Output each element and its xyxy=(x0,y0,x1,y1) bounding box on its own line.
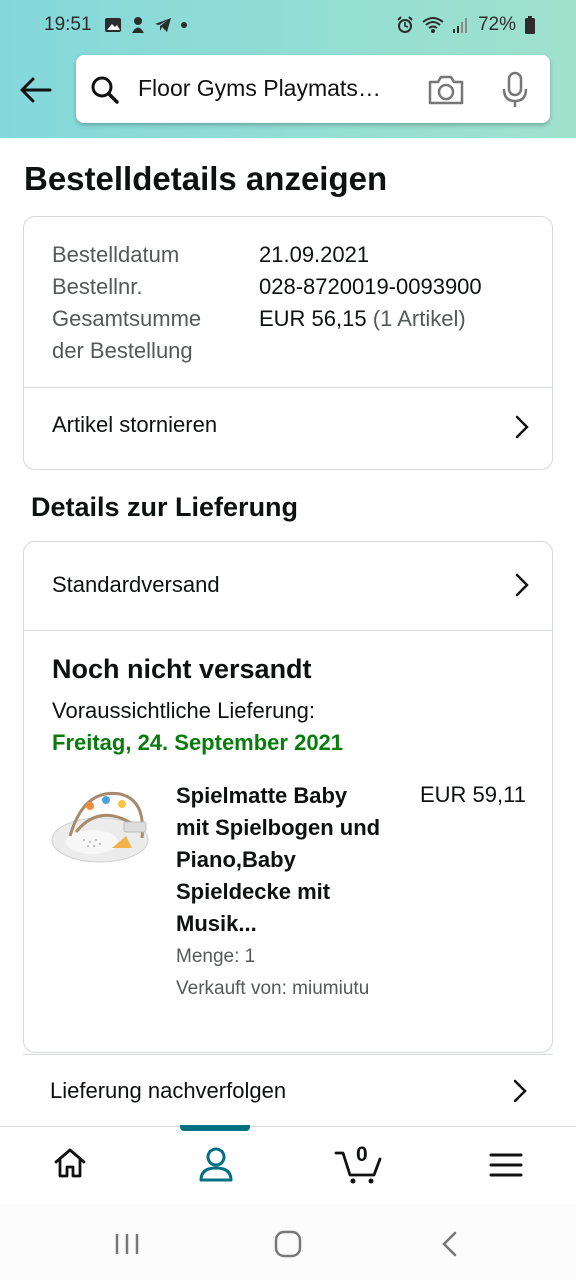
order-total-value: EUR 56,15 xyxy=(259,306,367,331)
expected-delivery-date: Freitag, 24. September 2021 xyxy=(52,730,344,755)
telegram-icon xyxy=(155,18,171,32)
account-icon xyxy=(199,1147,233,1182)
tab-menu[interactable] xyxy=(488,1151,524,1184)
recent-apps-icon[interactable] xyxy=(114,1232,140,1256)
divider xyxy=(24,630,552,631)
product-title-line: Spieldecke mit xyxy=(176,879,331,904)
order-number-label: Bestellnr. xyxy=(52,274,143,299)
cancel-items-row[interactable]: Artikel stornieren xyxy=(24,388,552,468)
chevron-right-icon xyxy=(515,573,529,597)
product-title-line: Musik... xyxy=(176,911,257,936)
system-nav-bar xyxy=(0,1204,576,1280)
search-bar[interactable]: Floor Gyms Playmats… xyxy=(76,55,550,123)
order-total-label: Gesamtsumme xyxy=(52,306,202,331)
gallery-icon xyxy=(105,18,121,32)
order-total-items: (1 Artikel) xyxy=(372,306,466,331)
shipping-method-label: Standardversand xyxy=(52,572,220,597)
product-price: EUR 59,11 xyxy=(420,782,526,807)
track-package-label: Lieferung nachverfolgen xyxy=(50,1078,287,1103)
shipping-method-row[interactable]: Standardversand xyxy=(24,542,552,630)
menu-icon xyxy=(489,1153,523,1177)
divider xyxy=(23,1054,553,1055)
page-title: Bestelldetails anzeigen xyxy=(24,160,388,197)
tab-home[interactable] xyxy=(52,1145,88,1186)
order-date-value: 21.09.2021 xyxy=(259,242,370,267)
home-icon xyxy=(54,1148,86,1178)
status-left-icons xyxy=(104,16,188,34)
search-query[interactable]: Floor Gyms Playmats… xyxy=(138,75,381,102)
expected-delivery-label: Voraussichtliche Lieferung: xyxy=(52,698,315,723)
delivery-section-title: Details zur Lieferung xyxy=(31,492,299,522)
product-title-line: mit Spielbogen und xyxy=(176,815,381,840)
status-bar: 19:51 72% xyxy=(0,12,576,40)
alarm-icon xyxy=(397,16,413,33)
product-seller: Verkauft von: miumiutu xyxy=(176,978,370,999)
dot-icon xyxy=(181,22,187,28)
order-total-label-2: der Bestellung xyxy=(52,338,193,363)
camera-icon[interactable] xyxy=(426,73,466,107)
cart-count: 0 xyxy=(356,1143,368,1166)
order-summary-card: Bestelldatum 21.09.2021 Bestellnr. 028-8… xyxy=(23,216,553,470)
search-icon xyxy=(91,76,119,104)
signal-icon xyxy=(452,18,467,33)
chevron-right-icon xyxy=(513,1079,527,1103)
product-title[interactable]: Spielmatte Baby mit Spielbogen und Piano… xyxy=(176,780,408,940)
bottom-tab-bar: 0 xyxy=(0,1125,576,1205)
tab-cart[interactable]: 0 xyxy=(334,1141,384,1190)
cancel-items-label: Artikel stornieren xyxy=(52,412,218,437)
notification-app-icon xyxy=(132,17,144,33)
status-right-icons: 72% xyxy=(396,14,536,36)
home-button-icon[interactable] xyxy=(274,1230,302,1258)
order-date-label: Bestelldatum xyxy=(52,242,180,267)
product-image[interactable] xyxy=(50,782,156,872)
back-arrow-icon xyxy=(20,77,52,103)
active-tab-indicator xyxy=(180,1125,250,1131)
delivery-card: Standardversand Noch nicht versandt Vora… xyxy=(23,541,553,1053)
chevron-right-icon xyxy=(515,415,529,439)
product-title-line: Piano,Baby xyxy=(176,847,296,872)
product-title-line: Spielmatte Baby xyxy=(176,783,348,808)
battery-percent: 72% xyxy=(477,14,516,35)
product-quantity: Menge: 1 xyxy=(176,946,256,967)
battery-icon xyxy=(525,16,535,34)
microphone-icon[interactable] xyxy=(500,71,530,109)
wifi-icon xyxy=(422,17,444,33)
order-total: EUR 56,15 (1 Artikel) xyxy=(259,303,466,335)
top-bar: 19:51 72% Floor Gyms Playmats… xyxy=(0,0,576,138)
status-time: 19:51 xyxy=(44,14,92,35)
tab-account[interactable] xyxy=(196,1145,236,1188)
order-number-value: 028-8720019-0093900 xyxy=(259,274,482,299)
back-button[interactable] xyxy=(18,72,54,108)
system-back-icon[interactable] xyxy=(440,1230,458,1258)
shipment-status: Noch nicht versandt xyxy=(52,654,312,684)
